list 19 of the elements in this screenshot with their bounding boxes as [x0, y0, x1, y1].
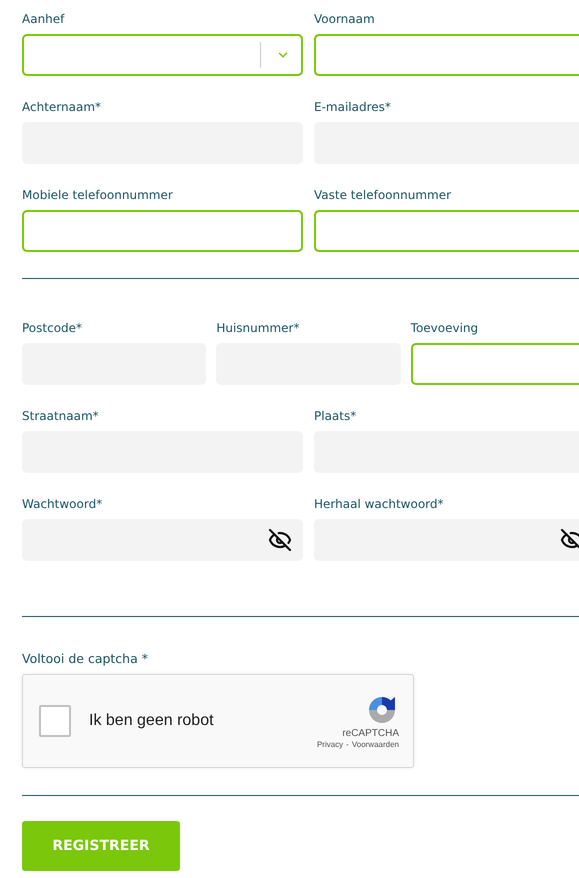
field-label: Wachtwoord* [22, 496, 104, 512]
field-label: Plaats* [314, 408, 358, 424]
privacy-link[interactable]: Privacy [316, 740, 344, 749]
recaptcha-label: reCAPTCHA [342, 728, 399, 739]
field-label: Straatnaam* [22, 408, 100, 424]
field-label: Mobiele telefoonnummer [22, 187, 174, 203]
field-label: Herhaal wachtwoord* [314, 496, 445, 512]
field-label: E-mailadres* [314, 99, 392, 115]
captcha-label: Voltooi de captcha * [22, 651, 149, 666]
field-label: Toevoeving [410, 320, 480, 336]
field-label: Achternaam* [22, 99, 102, 115]
field-label: Huisnummer* [216, 320, 300, 336]
field-label: Aanhef [22, 11, 66, 27]
captcha-text: Ik ben geen robot [89, 712, 215, 730]
terms-link[interactable]: Voorwaarden [352, 740, 399, 749]
field-label: Voornaam [314, 11, 376, 27]
field-label: Postcode* [22, 320, 84, 336]
link-separator: - [346, 740, 349, 749]
field-label: Vaste telefoonnummer [314, 187, 452, 203]
